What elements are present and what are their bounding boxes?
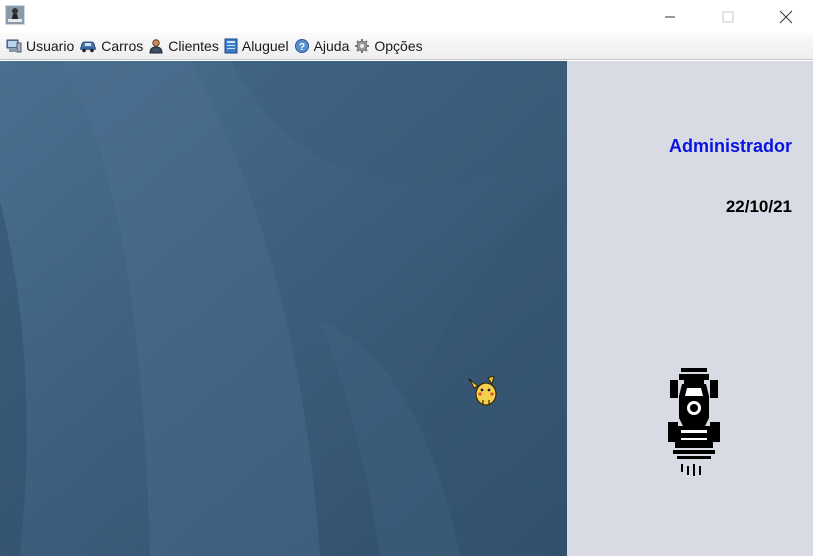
menu-opcoes-label: Opções: [374, 38, 423, 54]
date-label: 22/10/21: [725, 197, 792, 216]
menu-aluguel[interactable]: Aluguel: [222, 33, 292, 59]
maximize-button[interactable]: [705, 0, 751, 33]
menu-carros[interactable]: Carros: [77, 33, 146, 59]
wallpaper-image: [0, 61, 567, 556]
menu-ajuda-label: Ajuda: [313, 38, 350, 54]
menu-opcoes[interactable]: Opções: [352, 33, 425, 59]
title-bar: [0, 0, 813, 33]
menu-bar: Usuario Carros Clientes Aluguel ? Ajuda …: [0, 33, 813, 60]
app-icon: [5, 5, 25, 25]
user-name-label: Administrador: [668, 136, 792, 156]
close-icon: [779, 10, 793, 23]
car-icon: [80, 41, 97, 53]
minimize-button[interactable]: [647, 0, 693, 33]
minimize-icon: [665, 16, 675, 17]
close-button[interactable]: [763, 0, 809, 33]
help-icon: ?: [294, 39, 309, 53]
menu-ajuda[interactable]: ? Ajuda: [292, 33, 353, 59]
menu-clientes-label: Clientes: [168, 38, 219, 54]
menu-clientes[interactable]: Clientes: [146, 33, 222, 59]
gear-icon: [355, 39, 370, 53]
car-logo-icon: [667, 366, 721, 489]
book-icon: [224, 38, 238, 54]
maximize-icon: [722, 11, 734, 22]
desktop-background: [0, 61, 567, 556]
computer-icon: [6, 39, 22, 53]
user-icon: [149, 39, 163, 54]
info-panel: Administrador 22/10/21: [567, 61, 813, 556]
menu-carros-label: Carros: [101, 38, 144, 54]
svg-text:?: ?: [299, 42, 305, 53]
menu-aluguel-label: Aluguel: [241, 38, 289, 54]
menu-usuario[interactable]: Usuario: [4, 33, 77, 59]
menu-usuario-label: Usuario: [26, 38, 75, 54]
pikachu-sprite: [468, 374, 500, 413]
